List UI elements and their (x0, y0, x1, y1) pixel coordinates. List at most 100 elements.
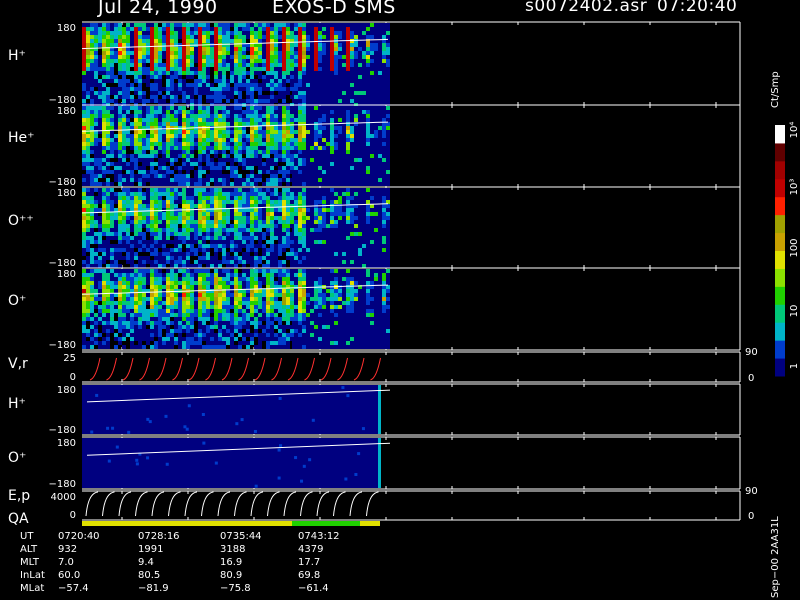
spectrogram-cell (334, 252, 338, 256)
spectrogram-cell (218, 196, 222, 200)
spectrogram-cell (298, 260, 302, 264)
spectrogram-cell (258, 130, 262, 134)
spectrogram-cell (246, 35, 250, 39)
spectrogram-cell (90, 204, 94, 208)
spectrogram-cell (114, 35, 118, 39)
spectrogram-cell (162, 110, 166, 114)
spectrogram-cell (346, 240, 350, 244)
spectrogram-cell (126, 122, 130, 126)
spectrogram-cell (154, 244, 158, 248)
spectrogram-cell (138, 337, 142, 341)
spectrogram-cell (194, 91, 198, 95)
spectrogram-cell (214, 240, 218, 244)
spectrogram-cell (106, 95, 110, 99)
spectrogram-cell (94, 51, 98, 55)
spectrogram-cell (106, 281, 110, 285)
spectrogram-cell (122, 309, 126, 313)
spectrogram-cell (326, 256, 330, 260)
spectrogram-cell (238, 248, 242, 252)
spectrogram-cell (194, 200, 198, 204)
spectrogram-cell (254, 23, 258, 27)
spectrogram-cell (166, 329, 170, 333)
spectrogram-cell (102, 273, 106, 277)
spectrogram-cell (138, 200, 142, 204)
spectrogram-cell (358, 256, 362, 260)
spectrogram-cell (162, 256, 166, 260)
spectrogram-cell (214, 204, 218, 208)
spectrogram-cell (290, 204, 294, 208)
spectrogram-cell (242, 244, 246, 248)
spectrogram-cell (354, 248, 358, 252)
spectrogram-cell (342, 118, 346, 122)
spectrogram-cell (382, 256, 386, 260)
spectrogram-cell (126, 83, 130, 87)
spectrogram-cell (210, 178, 214, 182)
spectrogram-cell (158, 79, 162, 83)
spectrogram-cell (190, 240, 194, 244)
spectrogram-cell (122, 27, 126, 31)
spectrogram-cell (282, 200, 286, 204)
spectrogram-cell (102, 208, 106, 212)
spectrogram-cell (190, 166, 194, 170)
spectrogram-cell (134, 228, 138, 232)
spectrogram-cell (158, 309, 162, 313)
spectrogram-cell (198, 91, 202, 95)
spectrogram-cell (310, 158, 314, 162)
spectrogram-cell (378, 188, 382, 192)
spectrogram-cell (122, 75, 126, 79)
spectrogram-cell (314, 63, 318, 67)
spectrogram-cell (350, 99, 354, 103)
spectrogram-cell (182, 182, 186, 186)
spectrogram-cell (342, 130, 346, 134)
spectrogram-cell (178, 216, 182, 220)
spectrogram-cell (174, 220, 178, 224)
spectrogram-cell (258, 162, 262, 166)
spectrogram-cell (178, 83, 182, 87)
y-axis-top-tick: 180 (57, 269, 76, 280)
spectrogram-cell (254, 31, 258, 35)
spectrogram-cell (322, 228, 326, 232)
spectrogram-cell (314, 158, 318, 162)
spectrogram-cell (142, 166, 146, 170)
spectrogram-cell (138, 273, 142, 277)
spectrogram-cell (154, 170, 158, 174)
spectrogram-cell (182, 196, 186, 200)
spectrogram-cell (114, 27, 118, 31)
spectrogram-cell (198, 59, 202, 63)
spectrogram-cell (354, 51, 358, 55)
spectrogram-cell (314, 130, 318, 134)
spectrogram-cell (210, 47, 214, 51)
spectrogram-cell (270, 59, 274, 63)
spectrogram-cell (102, 232, 106, 236)
spectrogram-cell (362, 35, 366, 39)
spectrogram-cell (270, 256, 274, 260)
spectrogram-cell (190, 130, 194, 134)
spectrogram-cell (374, 188, 378, 192)
spectrogram-cell (318, 79, 322, 83)
spectrogram-cell (266, 75, 270, 79)
spectrogram-cell (186, 142, 190, 146)
spectrogram-cell (254, 256, 258, 260)
spectrogram-cell (378, 216, 382, 220)
spectrogram-cell (266, 256, 270, 260)
spectrogram-cell (94, 297, 98, 301)
spectrogram-cell (198, 79, 202, 83)
spectrogram-cell (250, 23, 254, 27)
spectrogram-cell (206, 256, 210, 260)
spectrogram-cell (178, 35, 182, 39)
spectrogram-cell (370, 256, 374, 260)
spectrogram-cell (126, 236, 130, 240)
spectrogram-cell (262, 51, 266, 55)
spectrogram-cell (382, 228, 386, 232)
spectrogram-cell (334, 240, 338, 244)
spectrogram-cell (370, 63, 374, 67)
spectrogram-cell (186, 146, 190, 150)
spectrogram-cell (174, 297, 178, 301)
spectrogram-cell (314, 240, 318, 244)
spectrogram-cell (86, 39, 90, 43)
spectrogram-cell (266, 240, 270, 244)
spectrogram-cell (214, 154, 218, 158)
spectrogram-cell (102, 281, 106, 285)
spectrogram-cell (130, 313, 134, 317)
spectrogram-cell (118, 114, 122, 118)
